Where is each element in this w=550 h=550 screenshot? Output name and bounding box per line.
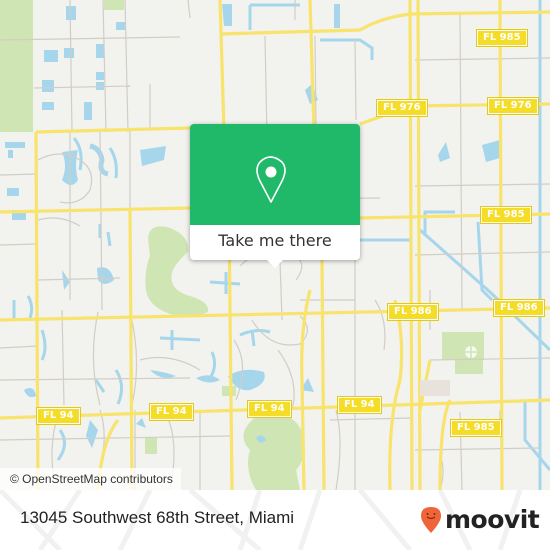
destination-popup[interactable]: Take me there (190, 124, 360, 268)
road-shield: FL 94 (36, 407, 81, 425)
moovit-pin-icon (421, 507, 441, 533)
road-shield: FL 985 (476, 29, 528, 47)
map-view[interactable]: FL 985 FL 976 FL 976 FL 985 FL 986 FL 98… (0, 0, 550, 490)
map-pin-icon (256, 156, 286, 203)
address-text: 13045 Southwest 68th Street, Miami (20, 508, 295, 527)
popup-header (190, 124, 360, 225)
popup-pointer (267, 260, 283, 268)
road-shield: FL 94 (247, 400, 292, 418)
road-shield: FL 985 (480, 206, 532, 224)
road-shield: FL 94 (149, 403, 194, 421)
take-me-there-button[interactable]: Take me there (190, 225, 360, 260)
road-shield: FL 986 (387, 303, 439, 321)
road-shield: FL 976 (376, 99, 428, 117)
park-marker-icon (465, 346, 477, 358)
map-attribution[interactable]: © OpenStreetMap contributors (0, 468, 181, 490)
moovit-logo[interactable]: moovit (420, 505, 540, 534)
road-shield: FL 986 (493, 299, 545, 317)
brand-name: moovit (445, 505, 540, 534)
road-shield: FL 94 (337, 396, 382, 414)
building-area (420, 380, 450, 396)
footer-bar: 13045 Southwest 68th Street, Miami moovi… (0, 490, 550, 550)
road-shield: FL 976 (487, 97, 539, 115)
road-shield: FL 985 (450, 419, 502, 437)
